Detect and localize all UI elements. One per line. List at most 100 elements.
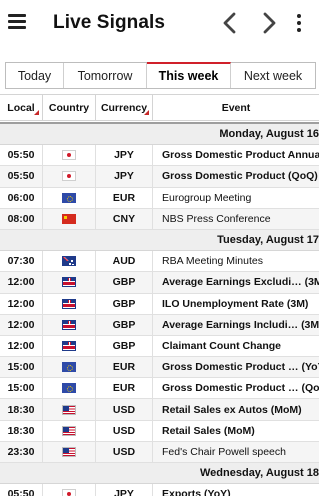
country-cell bbox=[43, 251, 95, 271]
date-label: Wednesday, August 18 bbox=[200, 467, 319, 480]
date-group-header: Tuesday, August 17 bbox=[0, 229, 319, 252]
column-event-header[interactable]: Event bbox=[153, 95, 319, 120]
event-row[interactable]: 06:00 EUR Eurogroup Meeting bbox=[0, 187, 319, 209]
more-vertical-icon[interactable] bbox=[296, 14, 302, 32]
column-divider bbox=[152, 484, 153, 496]
tab-next-week[interactable]: Next week bbox=[231, 63, 315, 88]
event-row[interactable]: 18:30 USD Retail Sales (MoM) bbox=[0, 420, 319, 442]
event-name: Retail Sales ex Autos (MoM) bbox=[162, 403, 302, 416]
sort-icon bbox=[34, 110, 39, 115]
event-currency: JPY bbox=[114, 170, 134, 183]
event-currency: USD bbox=[112, 445, 136, 458]
event-row[interactable]: 12:00 GBP Claimant Count Change bbox=[0, 335, 319, 358]
event-currency: EUR bbox=[112, 191, 136, 204]
event-time: 12:00 bbox=[7, 297, 35, 310]
tab-this-week[interactable]: This week bbox=[147, 62, 231, 88]
event-row[interactable]: 05:50 JPY Exports (YoY) bbox=[0, 484, 319, 496]
event-time: 05:50 bbox=[7, 488, 35, 496]
chevron-left-icon[interactable] bbox=[220, 11, 240, 35]
date-label: Tuesday, August 17 bbox=[217, 234, 319, 247]
country-cell bbox=[43, 336, 95, 356]
country-cell bbox=[43, 442, 95, 462]
event-time: 07:30 bbox=[7, 255, 35, 268]
tab-today[interactable]: Today bbox=[6, 63, 64, 88]
event-currency: JPY bbox=[114, 149, 134, 162]
event-row[interactable]: 15:00 EUR Gross Domestic Product … (YoY) bbox=[0, 357, 319, 379]
column-divider bbox=[152, 251, 153, 272]
event-currency: GBP bbox=[112, 339, 136, 352]
cn-flag-icon bbox=[62, 213, 76, 224]
event-name: Fed's Chair Powell speech bbox=[162, 445, 286, 458]
jp-flag-icon bbox=[62, 171, 76, 182]
column-divider bbox=[152, 293, 153, 314]
jp-flag-icon bbox=[62, 489, 76, 496]
country-cell bbox=[43, 272, 95, 292]
event-name: Claimant Count Change bbox=[162, 339, 282, 352]
event-time: 12:00 bbox=[7, 318, 35, 331]
event-currency: GBP bbox=[112, 318, 136, 331]
column-currency-label: Currency bbox=[100, 101, 148, 114]
chevron-right-icon[interactable] bbox=[259, 11, 279, 35]
event-currency: EUR bbox=[112, 361, 136, 374]
event-row[interactable]: 15:00 EUR Gross Domestic Product … (QoQ) bbox=[0, 378, 319, 400]
sort-icon bbox=[144, 110, 149, 115]
jp-flag-icon bbox=[62, 150, 76, 161]
event-row[interactable]: 08:00 CNY NBS Press Conference bbox=[0, 208, 319, 230]
event-name: Average Earnings Excludi… (3Mo/Yr) bbox=[162, 276, 319, 289]
column-currency-header[interactable]: Currency bbox=[96, 95, 153, 120]
events-table: Monday, August 16 05:50 JPY Gross Domestic … bbox=[0, 124, 319, 496]
date-label: Monday, August 16 bbox=[219, 128, 319, 141]
event-currency: USD bbox=[112, 403, 136, 416]
event-time: 12:00 bbox=[7, 339, 35, 352]
event-time: 15:00 bbox=[7, 361, 35, 374]
us-flag-icon bbox=[62, 425, 76, 436]
column-divider bbox=[152, 145, 153, 166]
event-currency: CNY bbox=[112, 212, 136, 225]
event-time: 05:50 bbox=[7, 170, 35, 183]
country-cell bbox=[43, 484, 95, 496]
event-time: 06:00 bbox=[7, 191, 35, 204]
event-name: Gross Domestic Product … (YoY) bbox=[162, 361, 319, 374]
country-cell bbox=[43, 421, 95, 441]
event-name: Eurogroup Meeting bbox=[162, 191, 252, 204]
event-name: Gross Domestic Product Annualized bbox=[162, 149, 319, 162]
event-row[interactable]: 05:50 JPY Gross Domestic Product (QoQ) bbox=[0, 166, 319, 188]
event-row[interactable]: 23:30 USD Fed's Chair Powell speech bbox=[0, 441, 319, 463]
column-divider bbox=[152, 378, 153, 399]
country-cell bbox=[43, 378, 95, 398]
event-time: 05:50 bbox=[7, 149, 35, 162]
event-row[interactable]: 12:00 GBP Average Earnings Excludi… (3Mo/Y… bbox=[0, 272, 319, 294]
country-cell bbox=[43, 188, 95, 208]
gb-flag-icon bbox=[62, 277, 76, 288]
column-local-label: Local bbox=[7, 101, 35, 114]
event-row[interactable]: 05:50 JPY Gross Domestic Product Annualize… bbox=[0, 145, 319, 167]
country-cell bbox=[43, 145, 95, 165]
eu-flag-icon bbox=[62, 362, 76, 373]
au-flag-icon bbox=[62, 256, 76, 267]
us-flag-icon bbox=[62, 404, 76, 415]
event-row[interactable]: 18:30 USD Retail Sales ex Autos (MoM) bbox=[0, 399, 319, 421]
gb-flag-icon bbox=[62, 340, 76, 351]
event-row[interactable]: 12:00 GBP ILO Unemployment Rate (3M) bbox=[0, 293, 319, 315]
event-time: 23:30 bbox=[7, 445, 35, 458]
tab-tomorrow[interactable]: Tomorrow bbox=[64, 63, 147, 88]
event-row[interactable]: 12:00 GBP Average Earnings Includi… (3Mo/Y… bbox=[0, 314, 319, 336]
column-country-header[interactable]: Country bbox=[43, 95, 96, 120]
event-time: 12:00 bbox=[7, 276, 35, 289]
column-divider bbox=[152, 208, 153, 229]
event-currency: GBP bbox=[112, 276, 136, 289]
event-time: 18:30 bbox=[7, 403, 35, 416]
column-divider bbox=[152, 441, 153, 462]
date-group-header: Monday, August 16 bbox=[0, 124, 319, 146]
column-divider bbox=[152, 187, 153, 208]
country-cell bbox=[43, 399, 95, 419]
event-name: Exports (YoY) bbox=[162, 488, 231, 496]
hamburger-menu-icon[interactable] bbox=[8, 14, 26, 30]
gb-flag-icon bbox=[62, 319, 76, 330]
column-local-header[interactable]: Local bbox=[0, 95, 43, 120]
event-currency: AUD bbox=[112, 255, 136, 268]
event-name: Average Earnings Includi… (3Mo/Yr) bbox=[162, 318, 319, 331]
column-divider bbox=[152, 272, 153, 293]
app-bar: Live Signals bbox=[0, 0, 319, 50]
event-row[interactable]: 07:30 AUD RBA Meeting Minutes bbox=[0, 251, 319, 273]
